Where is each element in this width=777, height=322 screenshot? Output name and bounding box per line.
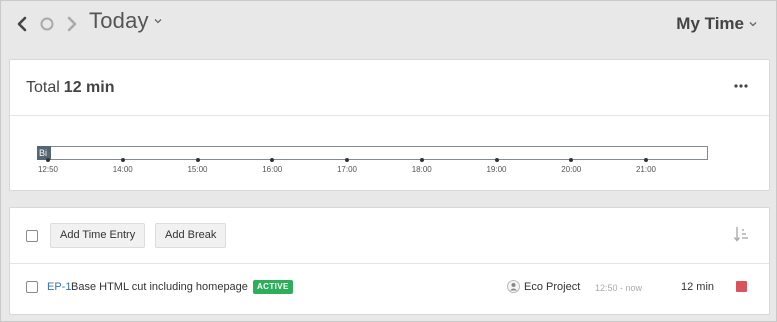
timeline-tick-dot — [644, 158, 648, 162]
total-value: 12 min — [63, 79, 115, 96]
issue-title[interactable]: Base HTML cut including homepage — [71, 281, 248, 293]
chevron-left-icon[interactable] — [13, 14, 31, 34]
summary-header: Total 12 min — [10, 60, 769, 116]
timeline-tick-label: 14:00 — [112, 165, 133, 174]
timeline-track — [37, 146, 708, 160]
timeline-tick-dot — [120, 158, 125, 162]
timeline-tick-label: 16:00 — [262, 165, 283, 174]
select-all-checkbox[interactable] — [26, 230, 38, 242]
project-avatar-icon — [507, 280, 520, 293]
timeline-tick-dot — [345, 158, 349, 162]
total-caption: Total — [26, 79, 60, 96]
date-title: Today — [89, 8, 149, 33]
total-label: Total 12 min — [26, 79, 114, 97]
timeline-tick-label: 19:00 — [486, 165, 507, 174]
timeline-tick-label: 17:00 — [336, 165, 358, 174]
project-name[interactable]: Eco Project — [524, 281, 580, 293]
chevron-down-icon — [749, 22, 757, 27]
timeline: Bi 12:50 14:00 15:00 16:00 17:00 18:00 19:00 20… — [10, 116, 769, 190]
time-range: 12:50 - now — [595, 283, 643, 293]
status-badge: ACTIVE — [253, 280, 293, 294]
timeline-tick-dot — [195, 158, 200, 162]
timeline-tick-dot — [569, 158, 574, 162]
timeline-tick-dot — [419, 158, 424, 162]
entries-card: Add Time Entry Add Break EP-1 Base HTML … — [9, 207, 770, 315]
sort-icon[interactable] — [733, 225, 751, 243]
timeline-tick-dot — [270, 158, 275, 162]
date-selector[interactable]: Today — [89, 8, 163, 34]
entry-checkbox[interactable] — [26, 281, 38, 293]
timeline-tick-label: 21:00 — [635, 165, 657, 174]
chevron-down-icon — [154, 19, 162, 24]
add-break-button[interactable]: Add Break — [155, 223, 227, 248]
add-time-entry-button[interactable]: Add Time Entry — [50, 223, 146, 248]
summary-card: Total 12 min Bi 12:50 14:00 15:00 16:00 17:00… — [9, 59, 770, 191]
circle-icon[interactable] — [38, 15, 56, 33]
timeline-tick-label: 12:50 — [37, 165, 59, 174]
chevron-right-icon[interactable] — [63, 14, 81, 34]
timeline-tick-label: 18:00 — [411, 165, 432, 174]
more-horizontal-icon[interactable] — [733, 78, 749, 94]
stop-icon[interactable] — [736, 281, 747, 292]
entry-duration: 12 min — [681, 281, 715, 293]
entries-toolbar: Add Time Entry Add Break — [10, 208, 769, 264]
view-selector[interactable]: My Time — [676, 14, 758, 34]
timeline-tick-label: 15:00 — [187, 165, 208, 174]
issue-key-link[interactable]: EP-1 — [47, 281, 71, 293]
view-title: My Time — [676, 14, 744, 33]
top-bar: Today My Time — [1, 1, 776, 49]
timeline-tick-dot — [46, 158, 50, 162]
timeline-tick-label: 20:00 — [561, 165, 582, 174]
timeline-tick-dot — [494, 158, 499, 162]
